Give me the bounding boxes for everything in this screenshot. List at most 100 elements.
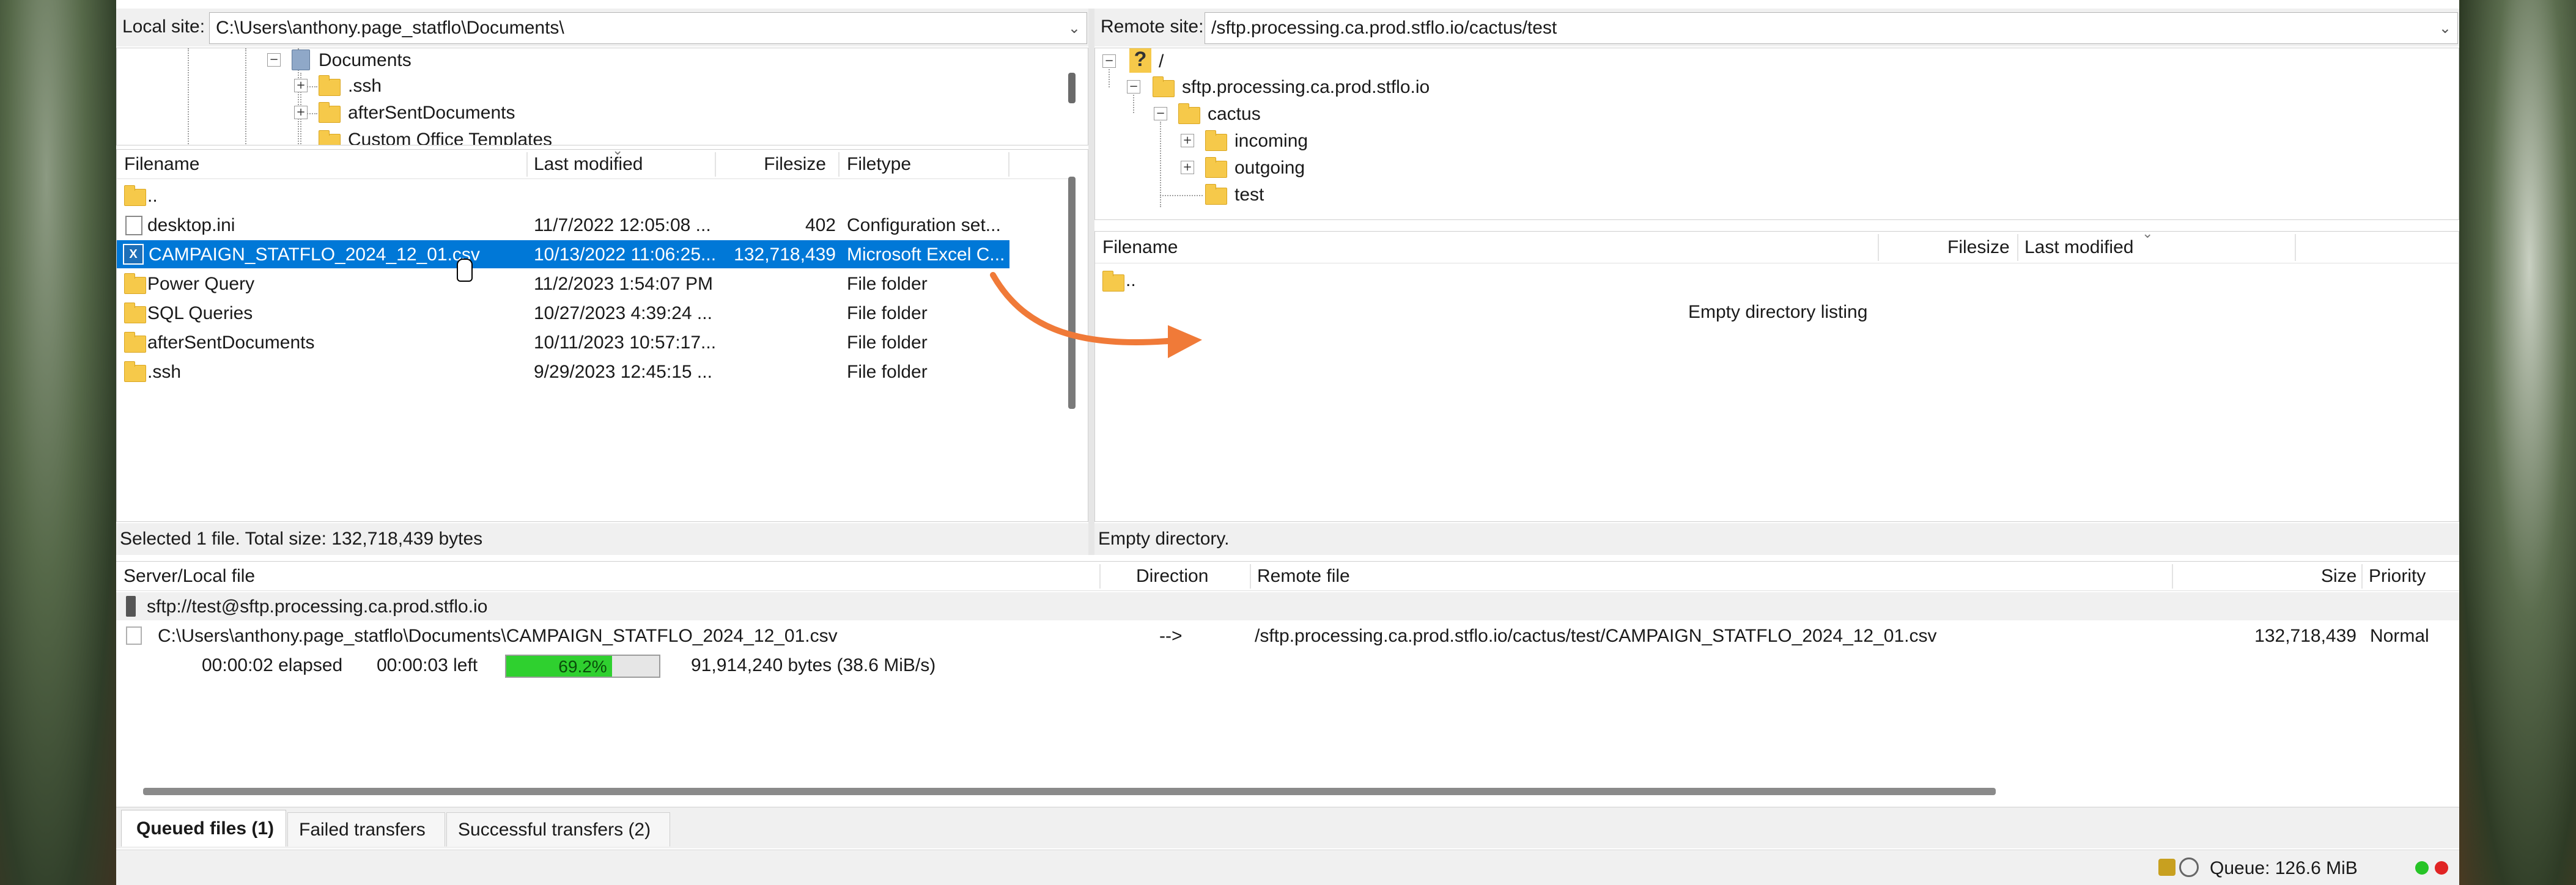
- folder-icon: [319, 75, 341, 96]
- queue-local-file: C:\Users\anthony.page_statflo\Documents\…: [158, 626, 838, 646]
- folder-icon: [124, 361, 146, 382]
- drag-arrow: [990, 272, 1202, 358]
- queue-header: Server/Local file Direction Remote file …: [116, 562, 2459, 591]
- folder-icon: [124, 273, 146, 294]
- folder-icon: [1205, 184, 1227, 205]
- arrow-head: [1168, 325, 1202, 358]
- tab-failed-transfers[interactable]: Failed transfers: [287, 812, 445, 846]
- local-path-combobox[interactable]: C:\Users\anthony.page_statflo\Documents\…: [209, 12, 1087, 44]
- filezilla-window: Local site: C:\Users\anthony.page_statfl…: [116, 0, 2459, 885]
- tree-item-ssh[interactable]: .ssh: [348, 75, 382, 97]
- tree-item-custom-office-templates[interactable]: Custom Office Templates: [348, 129, 552, 145]
- column-priority[interactable]: Priority: [2369, 565, 2426, 587]
- unknown-root-icon: ?: [1129, 48, 1151, 73]
- tree-item-host[interactable]: sftp.processing.ca.prod.stflo.io: [1182, 76, 1430, 98]
- folder-icon: [1178, 103, 1200, 124]
- tree-item-aftersentdocuments[interactable]: afterSentDocuments: [348, 102, 515, 124]
- tree-item-documents[interactable]: Documents: [319, 50, 411, 72]
- local-status-bar: Selected 1 file. Total size: 132,718,439…: [116, 523, 1088, 555]
- excel-file-icon: X: [123, 244, 144, 265]
- remote-path-combobox[interactable]: /sftp.processing.ca.prod.stflo.io/cactus…: [1205, 12, 2458, 44]
- file-name: desktop.ini: [147, 215, 235, 235]
- remote-site-label: Remote site:: [1101, 17, 1204, 37]
- file-type: File folder: [847, 303, 928, 323]
- chevron-down-icon[interactable]: ⌄: [2439, 17, 2451, 39]
- main-status-bar: Queue: 126.6 MiB: [116, 850, 2459, 885]
- expand-incoming-icon[interactable]: +: [1181, 134, 1194, 147]
- queue-direction: -->: [1159, 626, 1183, 646]
- tree-item-cactus[interactable]: cactus: [1208, 103, 1261, 125]
- list-item[interactable]: ..: [117, 182, 1009, 210]
- chevron-down-icon[interactable]: ⌄: [1068, 17, 1080, 39]
- collapse-documents-icon[interactable]: −: [267, 53, 281, 67]
- activity-led-red-icon: [2435, 861, 2448, 875]
- list-item[interactable]: .ssh 9/29/2023 12:45:15 ... File folder: [117, 358, 1009, 386]
- speed-limit-icon: [2179, 857, 2199, 877]
- tab-successful-transfers[interactable]: Successful transfers (2): [446, 812, 670, 846]
- file-size: 402: [805, 215, 836, 235]
- file-type: Microsoft Excel C...: [847, 244, 1005, 265]
- file-name: SQL Queries: [147, 303, 253, 323]
- file-modified: 10/27/2023 4:39:24 ...: [534, 303, 712, 323]
- column-filetype[interactable]: Filetype: [847, 153, 911, 175]
- file-icon: [125, 216, 142, 235]
- collapse-cactus-icon[interactable]: −: [1154, 107, 1167, 120]
- remote-status-text: Empty directory.: [1098, 529, 1230, 549]
- queue-server-row[interactable]: sftp://test@sftp.processing.ca.prod.stfl…: [116, 592, 2459, 620]
- tab-label: Successful transfers (2): [458, 820, 651, 840]
- sort-indicator-icon: ⌄: [2142, 226, 2153, 241]
- remote-path-value: /sftp.processing.ca.prod.stflo.io/cactus…: [1211, 18, 1557, 38]
- list-item-selected[interactable]: X CAMPAIGN_STATFLO_2024_12_01.csv 10/13/…: [117, 240, 1009, 268]
- column-filename[interactable]: Filename: [1102, 237, 1178, 259]
- tree-item-outgoing[interactable]: outgoing: [1234, 157, 1305, 179]
- queue-file-row[interactable]: C:\Users\anthony.page_statflo\Documents\…: [116, 622, 2459, 650]
- column-last-modified[interactable]: Last modified: [534, 153, 643, 175]
- tree-scrollbar[interactable]: [1068, 73, 1076, 103]
- file-type: File folder: [847, 332, 928, 353]
- list-item[interactable]: afterSentDocuments 10/11/2023 10:57:17..…: [117, 328, 1009, 356]
- expand-outgoing-icon[interactable]: +: [1181, 161, 1194, 174]
- collapse-root-icon[interactable]: −: [1102, 54, 1116, 68]
- list-item[interactable]: SQL Queries 10/27/2023 4:39:24 ... File …: [117, 299, 1009, 327]
- list-item[interactable]: Power Query 11/2/2023 1:54:07 PM File fo…: [117, 270, 1009, 298]
- column-remote-file[interactable]: Remote file: [1257, 565, 1350, 587]
- file-type: File folder: [847, 274, 928, 294]
- expand-ssh-icon[interactable]: +: [294, 79, 308, 92]
- file-name: ..: [147, 186, 158, 206]
- column-last-modified[interactable]: Last modified: [2024, 237, 2133, 259]
- tree-item-incoming[interactable]: incoming: [1234, 130, 1308, 152]
- local-site-bar: Local site: C:\Users\anthony.page_statfl…: [116, 9, 1088, 46]
- column-filename[interactable]: Filename: [124, 153, 199, 175]
- desktop-background-right: [2459, 0, 2576, 885]
- file-modified: 10/13/2022 11:06:25...: [534, 244, 717, 265]
- tab-queued-files[interactable]: Queued files (1): [121, 810, 286, 846]
- file-icon: [126, 626, 142, 645]
- folder-icon: [319, 102, 341, 123]
- folder-icon: [1205, 157, 1227, 178]
- queue-progress-row: 00:00:02 elapsed 00:00:03 left 69.2% 91,…: [116, 651, 2459, 679]
- queue-horizontal-scrollbar[interactable]: [143, 788, 1996, 795]
- column-filesize[interactable]: Filesize: [764, 153, 826, 175]
- queue-size-status: Queue: 126.6 MiB: [2210, 858, 2358, 878]
- local-path-value: C:\Users\anthony.page_statflo\Documents\: [216, 18, 564, 38]
- file-type: Configuration set...: [847, 215, 1001, 235]
- tree-item-test[interactable]: test: [1234, 184, 1264, 206]
- file-name: CAMPAIGN_STATFLO_2024_12_01.csv: [149, 244, 480, 265]
- expand-aftersent-icon[interactable]: +: [294, 106, 308, 119]
- tree-item-root[interactable]: /: [1159, 51, 1164, 73]
- list-item[interactable]: desktop.ini 11/7/2022 12:05:08 ... 402 C…: [117, 211, 1009, 239]
- local-site-label: Local site:: [122, 17, 205, 37]
- column-direction[interactable]: Direction: [1136, 565, 1208, 587]
- collapse-host-icon[interactable]: −: [1127, 80, 1140, 94]
- column-server-local-file[interactable]: Server/Local file: [124, 565, 255, 587]
- local-directory-tree: − Documents + .ssh + afterSentDocuments …: [116, 48, 1088, 145]
- column-filesize[interactable]: Filesize: [1947, 237, 2010, 259]
- remote-status-bar: Empty directory.: [1094, 523, 2459, 555]
- empty-directory-message: Empty directory listing: [1688, 302, 1868, 322]
- server-icon: [126, 596, 136, 617]
- file-size: 132,718,439: [734, 244, 836, 265]
- elapsed-time: 00:00:02 elapsed: [202, 655, 343, 675]
- transfer-queue: Server/Local file Direction Remote file …: [116, 561, 2459, 806]
- column-size[interactable]: Size: [2321, 565, 2356, 587]
- file-name: Power Query: [147, 274, 255, 294]
